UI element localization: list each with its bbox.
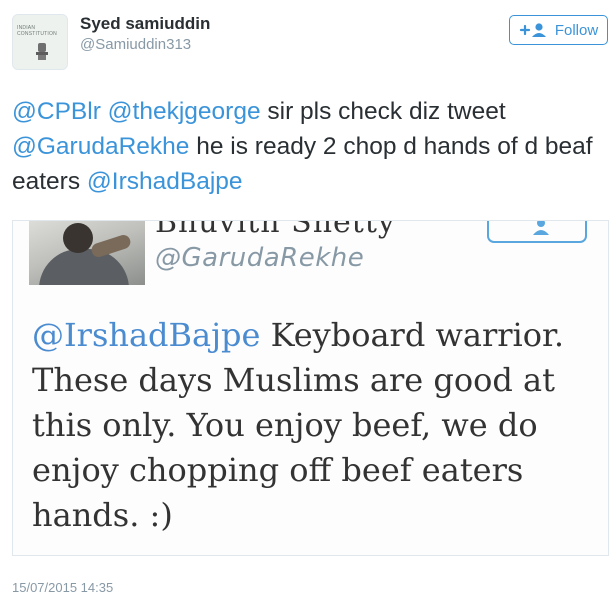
follow-button[interactable]: Follow xyxy=(509,15,608,45)
add-user-icon xyxy=(533,221,549,235)
mention-link[interactable]: @thekjgeorge xyxy=(108,98,261,125)
mention-link[interactable]: @CPBlr xyxy=(12,98,101,125)
tweet-timestamp[interactable]: 15/07/2015 14:35 xyxy=(12,580,113,595)
emblem-icon xyxy=(36,43,48,60)
add-user-icon xyxy=(519,23,546,37)
tweet-text: @CPBlr @thekjgeorge sir pls check diz tw… xyxy=(12,94,608,199)
author-name[interactable]: Syed samiuddin xyxy=(80,14,210,34)
mention-link[interactable]: @IrshadBajpe xyxy=(87,168,243,195)
tweet-text-segment xyxy=(101,98,108,125)
embedded-mention: @IrshadBajpe xyxy=(32,316,261,354)
embedded-author-name: Bhuvith Shetty xyxy=(155,220,396,240)
embedded-follow-button xyxy=(487,221,587,243)
embedded-author-handle: @GarudaRekhe xyxy=(155,243,365,273)
author-handle[interactable]: @Samiuddin313 xyxy=(80,36,191,53)
tweet-text-segment: sir pls check diz tweet xyxy=(260,98,506,125)
follow-label: Follow xyxy=(554,21,599,39)
author-avatar[interactable]: INDIAN CONSTITUTION xyxy=(12,14,68,70)
embedded-avatar xyxy=(29,221,145,285)
embedded-tweet-text: @IrshadBajpe Keyboard warrior. These day… xyxy=(32,313,602,538)
mention-link[interactable]: @GarudaRekhe xyxy=(12,133,189,160)
embedded-screenshot[interactable]: Bhuvith Shetty @GarudaRekhe @IrshadBajpe… xyxy=(12,220,609,556)
avatar-caption: INDIAN CONSTITUTION xyxy=(17,25,57,37)
